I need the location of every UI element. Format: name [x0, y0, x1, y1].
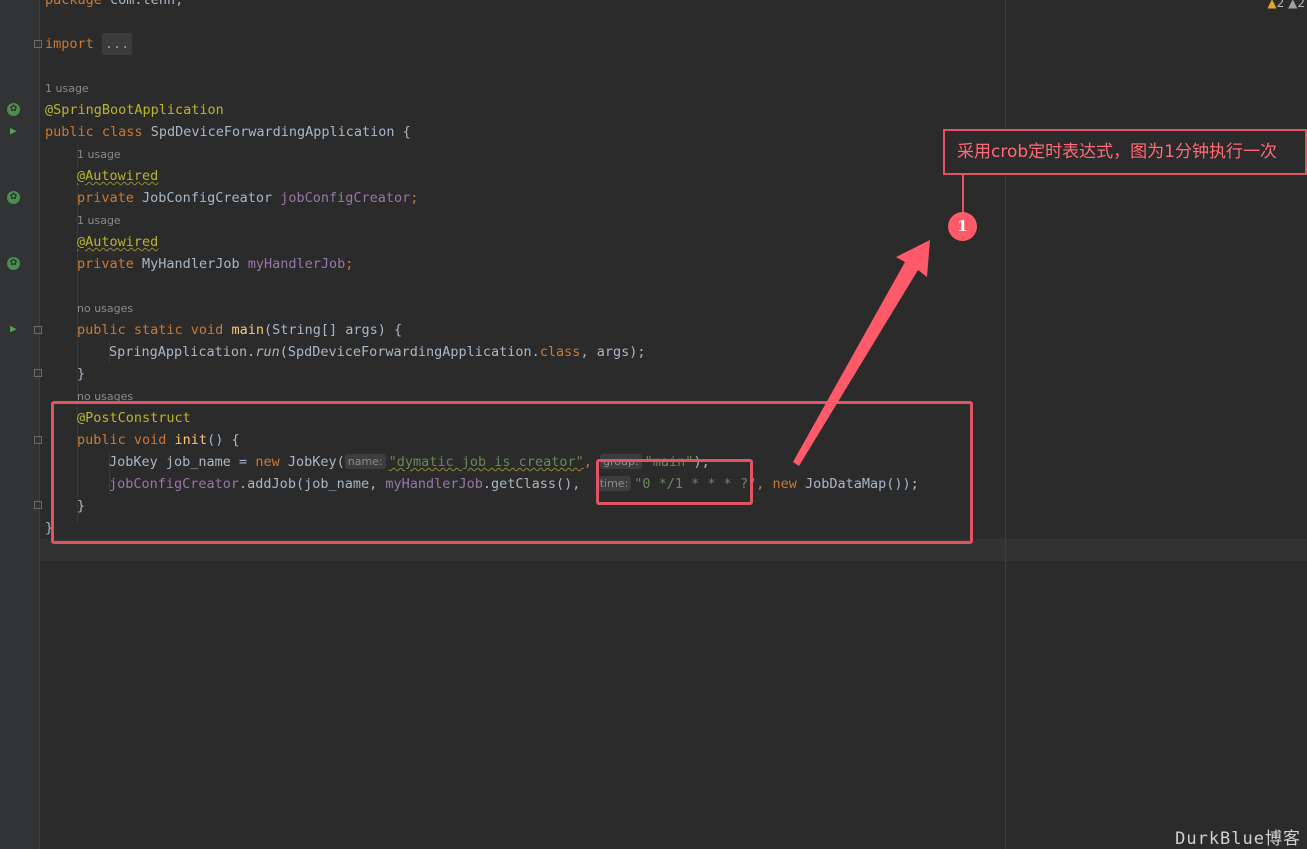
step-badge: 1 [948, 212, 977, 241]
callout-box: 采用crob定时表达式，图为1分钟执行一次 [943, 129, 1307, 175]
arrow-shape [793, 240, 930, 466]
annotation-arrow [793, 240, 930, 466]
callout-stem [962, 175, 964, 213]
watermark: DurkBlue博客 [1175, 829, 1301, 849]
